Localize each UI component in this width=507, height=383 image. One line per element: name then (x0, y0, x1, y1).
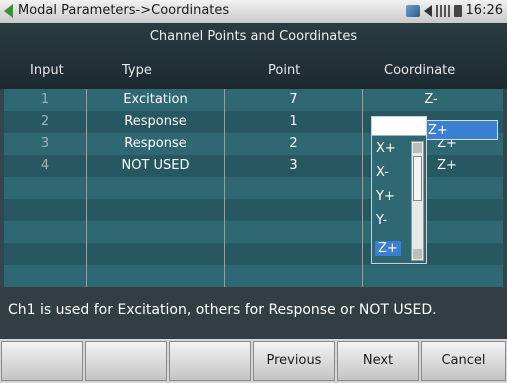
col-header-point: Point (268, 63, 301, 78)
softkey-3[interactable] (169, 341, 251, 381)
signal-icon (435, 4, 450, 17)
dropdown-option-selected[interactable]: Z+ (375, 241, 401, 256)
softkey-1[interactable] (1, 341, 83, 381)
coordinate-selected-field[interactable]: Z+ (424, 120, 498, 140)
dropdown-option[interactable]: X- (376, 165, 389, 180)
cell-type[interactable]: Excitation (87, 89, 224, 111)
cell-input: 2 (40, 114, 50, 129)
col-header-type: Type (122, 63, 152, 78)
status-area: 16:26 (405, 3, 503, 18)
cancel-button[interactable]: Cancel (421, 341, 506, 381)
scroll-thumb[interactable] (413, 156, 422, 201)
dropdown-current[interactable] (372, 117, 426, 136)
column-divider (362, 89, 363, 287)
cell-input: 4 (40, 158, 50, 173)
dropdown-option[interactable]: X+ (376, 141, 396, 156)
scroll-down-icon[interactable] (413, 249, 422, 259)
cell-input: 1 (40, 92, 50, 107)
softkey-2[interactable] (85, 341, 167, 381)
col-header-coordinate: Coordinate (384, 63, 456, 78)
cell-coordinate[interactable]: Z+ (432, 155, 462, 177)
cell-input: 3 (40, 136, 50, 151)
cell-type[interactable]: NOT USED (87, 155, 224, 177)
cell-point[interactable]: 1 (225, 111, 362, 133)
col-header-input: Input (30, 63, 64, 78)
table-row (4, 199, 503, 222)
softkey-bar: Previous Next Cancel (0, 339, 507, 383)
previous-button[interactable]: Previous (253, 341, 335, 381)
table-row (4, 265, 503, 288)
table-header: Channel Points and Coordinates Input Typ… (0, 23, 507, 89)
battery-icon (453, 4, 462, 17)
table-caption: Channel Points and Coordinates (149, 29, 358, 44)
cell-type[interactable]: Response (87, 133, 224, 155)
info-bar: Ch1 is used for Excitation, others for R… (0, 287, 507, 339)
next-button[interactable]: Next (337, 341, 419, 381)
cell-point[interactable]: 3 (225, 155, 362, 177)
coordinate-dropdown[interactable]: X+ X- Y+ Y- Z+ (371, 116, 427, 264)
table-row (4, 221, 503, 244)
table-row (4, 243, 503, 266)
volume-icon (423, 4, 432, 17)
info-message: Ch1 is used for Excitation, others for R… (8, 302, 437, 318)
scroll-up-icon[interactable] (413, 143, 422, 153)
table-row (4, 177, 503, 200)
dropdown-option[interactable]: Y+ (376, 189, 395, 204)
cell-coordinate[interactable]: Z- (363, 89, 499, 111)
dropdown-scrollbar[interactable] (411, 141, 424, 261)
cell-point[interactable]: 2 (225, 133, 362, 155)
cell-type[interactable]: Response (87, 111, 224, 133)
title-bar: Modal Parameters->Coordinates 16:26 (0, 0, 507, 23)
dropdown-option[interactable]: Y- (376, 213, 387, 228)
cell-point[interactable]: 7 (225, 89, 362, 111)
back-arrow-icon[interactable] (4, 4, 13, 18)
window-title: Modal Parameters->Coordinates (18, 3, 230, 18)
clock: 16:26 (465, 3, 503, 18)
network-icon (405, 4, 420, 17)
